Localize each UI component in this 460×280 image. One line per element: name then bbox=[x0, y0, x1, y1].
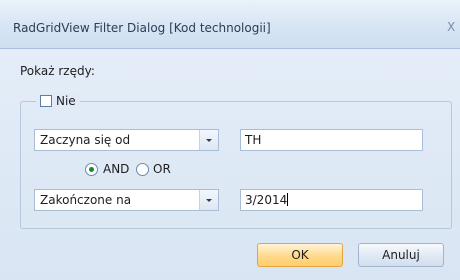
filter1-operator-dropdown[interactable]: Zaczyna się od bbox=[34, 129, 219, 151]
filter1-dropdown-button[interactable] bbox=[199, 130, 218, 150]
filter1-value-text: TH bbox=[245, 133, 262, 147]
or-radio-label[interactable]: OR bbox=[153, 162, 171, 176]
negate-checkbox[interactable] bbox=[40, 95, 52, 107]
and-radio-label[interactable]: AND bbox=[103, 162, 129, 176]
filter2-value-input[interactable]: 3/2014 bbox=[240, 189, 423, 211]
filter2-operator-dropdown[interactable]: Zakończone na bbox=[34, 189, 219, 211]
and-radio-selected-dot bbox=[89, 167, 94, 172]
filter1-operator-value: Zaczyna się od bbox=[40, 133, 131, 147]
and-radio[interactable] bbox=[85, 163, 98, 176]
ok-button[interactable]: OK bbox=[257, 243, 343, 267]
cancel-button[interactable]: Anuluj bbox=[358, 243, 444, 267]
filter2-value-wrap: 3/2014 bbox=[245, 193, 289, 207]
filter1-value-input[interactable]: TH bbox=[240, 129, 423, 151]
negate-checkbox-row[interactable]: Nie bbox=[36, 93, 80, 109]
text-caret bbox=[287, 193, 289, 206]
negate-label: Nie bbox=[56, 94, 76, 108]
title-bar: RadGridView Filter Dialog [Kod technolog… bbox=[0, 0, 460, 49]
window-title: RadGridView Filter Dialog [Kod technolog… bbox=[13, 21, 271, 35]
show-rows-label: Pokaż rzędy: bbox=[20, 64, 95, 78]
filter2-dropdown-button[interactable] bbox=[199, 190, 218, 210]
chevron-down-icon bbox=[206, 138, 212, 142]
or-radio[interactable] bbox=[136, 163, 149, 176]
filter2-value-text: 3/2014 bbox=[245, 193, 288, 207]
close-icon[interactable]: X bbox=[447, 19, 460, 35]
filter2-operator-value: Zakończone na bbox=[40, 193, 132, 207]
chevron-down-icon bbox=[206, 198, 212, 202]
